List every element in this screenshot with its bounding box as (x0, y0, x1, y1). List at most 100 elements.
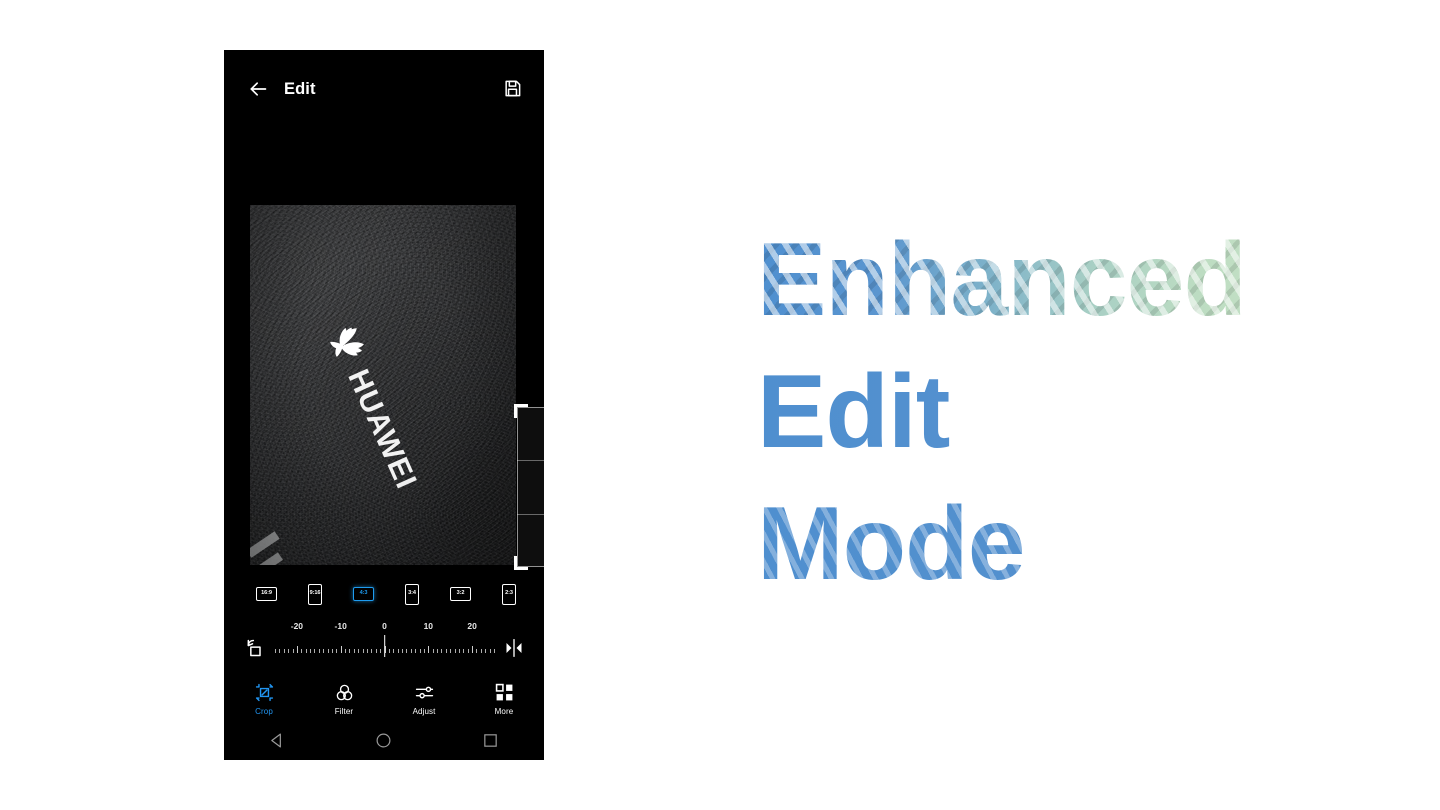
rotation-tick (353, 649, 355, 653)
ratio-chip: 3:4 (405, 583, 419, 605)
tab-more[interactable]: More (464, 683, 544, 716)
rotation-tick (375, 649, 377, 653)
rotation-tick (485, 649, 487, 653)
headline-block: Enhanced Edit Mode (757, 214, 1317, 610)
rotation-tick (349, 649, 351, 653)
rotation-tick (296, 646, 298, 653)
tab-filter-label: Filter (334, 706, 354, 716)
rotation-tick (402, 649, 404, 653)
ratio-chip: 2:3 (502, 583, 516, 605)
ratio-chip: 4:3 (353, 587, 374, 601)
ratio-option-16-9[interactable]: 16:9 (256, 587, 277, 601)
rotation-tick-label: -10 (334, 621, 347, 631)
tab-crop-label: Crop (255, 706, 273, 716)
rotation-tick (288, 649, 290, 653)
rotation-tick (388, 649, 390, 653)
crop-grid-line (517, 460, 544, 461)
rotation-tick (437, 649, 439, 653)
rotation-tick (327, 649, 329, 653)
headline-line-3: Mode (757, 478, 1317, 610)
rotation-tick (397, 649, 399, 653)
aspect-ratio-strip[interactable]: 16:9 9:16 4:3 3:4 3:2 2:3 (224, 572, 544, 616)
rotation-tick-label: 0 (382, 621, 387, 631)
save-floppy-icon[interactable] (503, 79, 522, 98)
rotation-tick (283, 649, 285, 653)
rotate-left-icon[interactable] (245, 638, 265, 658)
tab-filter[interactable]: Filter (304, 683, 384, 716)
rotation-tick-labels: -20 -10 0 10 20 (275, 621, 494, 635)
rotation-tick (410, 649, 412, 653)
rotation-tick (472, 646, 474, 653)
rotation-tick (336, 649, 338, 653)
rotation-controls: -20 -10 0 10 20 (224, 616, 544, 670)
nav-back-triangle-icon[interactable] (269, 732, 286, 749)
ratio-option-3-2[interactable]: 3:2 (450, 587, 471, 601)
tab-more-label: More (494, 706, 514, 716)
crop-handle-top-left[interactable] (514, 404, 528, 418)
page-title: Edit (284, 79, 316, 98)
rotation-tick (323, 649, 325, 653)
rotation-tick (480, 649, 482, 653)
tab-crop[interactable]: Crop (224, 683, 304, 716)
rotation-tick (415, 649, 417, 653)
rotation-tick (305, 649, 307, 653)
editor-canvas: HUAWEI (224, 122, 544, 572)
filter-icon (336, 684, 352, 700)
rotation-tick (358, 649, 360, 653)
rotation-tick (458, 649, 460, 653)
ratio-chip: 9:16 (308, 583, 322, 605)
rotation-tick (314, 649, 316, 653)
rotation-tick (340, 646, 342, 653)
android-nav-bar (224, 720, 544, 760)
back-arrow-icon[interactable] (248, 79, 268, 99)
ratio-option-9-16[interactable]: 9:16 (308, 583, 322, 605)
app-header: Edit (224, 50, 544, 122)
rotation-tick (450, 649, 452, 653)
rotation-tick (428, 646, 430, 653)
grid-more-icon (495, 683, 512, 700)
rotation-indicator[interactable] (383, 635, 386, 657)
rotation-tick (345, 649, 347, 653)
ratio-option-2-3[interactable]: 2:3 (502, 583, 516, 605)
rotation-tick (301, 649, 303, 653)
rotation-tick (432, 649, 434, 653)
photo-preview[interactable]: HUAWEI (250, 205, 516, 565)
mirror-flip-icon[interactable] (504, 638, 524, 658)
ratio-option-3-4[interactable]: 3:4 (405, 583, 419, 605)
rotation-tick (441, 649, 443, 653)
rotation-tick (275, 649, 276, 653)
ratio-chip: 16:9 (256, 587, 277, 601)
rotation-tick-label: -20 (290, 621, 304, 631)
rotation-tick (423, 649, 425, 653)
crop-grid-line (517, 514, 544, 515)
rotation-tick (366, 649, 368, 653)
ratio-option-4-3[interactable]: 4:3 (353, 587, 374, 601)
nav-home-circle-icon[interactable] (375, 732, 392, 749)
rotation-tick (292, 649, 294, 653)
crop-selection[interactable] (514, 404, 544, 570)
rotation-tick (476, 649, 478, 653)
rotation-tick (279, 649, 281, 653)
rotation-tick (406, 649, 408, 653)
nav-recents-square-icon[interactable] (482, 732, 499, 749)
rotation-tick (445, 649, 447, 653)
tab-adjust[interactable]: Adjust (384, 683, 464, 716)
headline-line-2: Edit (757, 346, 1317, 478)
rotation-tick (393, 649, 395, 653)
sliders-icon (415, 686, 433, 698)
crop-icon (255, 683, 273, 701)
rotation-tick (331, 649, 333, 653)
rotation-tick (463, 649, 465, 653)
rotation-tick-label: 20 (467, 621, 477, 631)
tab-adjust-label: Adjust (412, 706, 436, 716)
headline-line-1: Enhanced (757, 214, 1317, 346)
rotation-slider[interactable]: -20 -10 0 10 20 (275, 621, 495, 665)
phone-mockup: Edit 16:9 9:16 4:3 3:4 3:2 2:3 -20 -10 0… (224, 50, 544, 760)
photo-vignette (250, 205, 516, 565)
rotation-tick (494, 649, 495, 653)
rotation-tick (489, 649, 491, 653)
rotation-tick (380, 649, 382, 653)
rotation-tick (454, 649, 456, 653)
crop-handle-bottom-left[interactable] (514, 556, 528, 570)
rotation-tick (467, 649, 469, 653)
